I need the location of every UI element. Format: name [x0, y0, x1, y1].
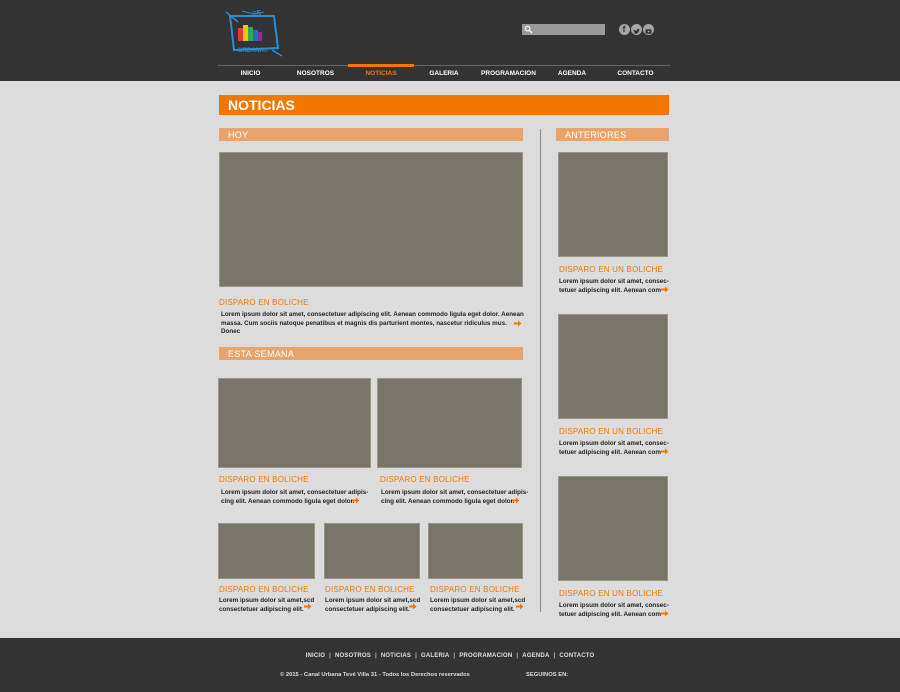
- main-nav: INICIO NOSOTROS NOTICIAS GALERIA PROGRAM…: [218, 64, 670, 81]
- semana-article-image[interactable]: [218, 378, 371, 468]
- read-more-arrow-icon[interactable]: [661, 448, 669, 455]
- footer-link-noticias[interactable]: NOTICIAS: [381, 653, 411, 659]
- youtube-icon[interactable]: [643, 24, 654, 35]
- footer-link-programacion[interactable]: PROGRAMACION: [459, 653, 512, 659]
- section-bar-anteriores: ANTERIORES: [556, 128, 669, 141]
- small-article-text: Lorem ipsum dolor sit amet,scd consectet…: [430, 597, 530, 614]
- follow-us-label: SEGUINOS EN:: [526, 672, 569, 678]
- search-box[interactable]: [522, 24, 605, 35]
- read-more-arrow-icon[interactable]: [304, 603, 312, 610]
- read-more-arrow-icon[interactable]: [661, 286, 669, 293]
- small-article-image[interactable]: [324, 523, 420, 579]
- footer-link-nosotros[interactable]: NOSOTROS: [335, 653, 371, 659]
- twitter-bird-glyph: [633, 28, 640, 34]
- section-title-esta-semana: ESTA SEMANA: [228, 349, 295, 359]
- facebook-icon[interactable]: f: [619, 24, 630, 35]
- nav-item-inicio[interactable]: INICIO: [218, 66, 283, 81]
- small-article-text-line2: consectetuer adipiscing elit.: [430, 605, 515, 613]
- section-title-hoy: HOY: [228, 130, 249, 140]
- anteriores-article-image[interactable]: [558, 476, 668, 581]
- section-title-anteriores: ANTERIORES: [565, 130, 627, 140]
- search-icon[interactable]: [524, 25, 533, 34]
- logo-sub: tv: [264, 48, 268, 54]
- play-glyph: [645, 29, 652, 34]
- site-header: =5 URBANA tv f INICIO NOSOTROS NOTICIAS …: [0, 0, 900, 81]
- footer-separator: |: [453, 653, 456, 659]
- small-article-image[interactable]: [428, 523, 523, 579]
- anteriores-article-image[interactable]: [558, 314, 668, 419]
- footer-link-galeria[interactable]: GALERIA: [421, 653, 449, 659]
- footer-separator: |: [374, 653, 377, 659]
- hoy-article-text: Lorem ipsum dolor sit amet, consectetuer…: [221, 311, 526, 337]
- logo-badge: =5: [252, 9, 262, 18]
- anteriores-article-text-line2: tetuer adipiscing elit. Aenean com-: [559, 448, 664, 456]
- nav-item-nosotros[interactable]: NOSOTROS: [283, 66, 348, 81]
- footer-separator: |: [553, 653, 556, 659]
- page-title-bar: NOTICIAS: [219, 95, 669, 115]
- anteriores-article-text-line1: Lorem ipsum dolor sit amet, consec-: [559, 602, 669, 609]
- semana-article-text: Lorem ipsum dolor sit amet, consectetuer…: [381, 489, 529, 506]
- anteriores-article-text-line2: tetuer adipiscing elit. Aenean com-: [559, 610, 664, 618]
- anteriores-article-text: Lorem ipsum dolor sit amet, consec- tetu…: [559, 602, 671, 619]
- semana-article-headline[interactable]: DISPARO EN BOLICHE: [380, 475, 470, 484]
- section-bar-hoy: HOY: [219, 128, 523, 141]
- nav-item-contacto[interactable]: CONTACTO: [601, 66, 670, 81]
- read-more-arrow-icon[interactable]: [661, 610, 669, 617]
- footer-nav: INICIO | NOSOTROS | NOTICIAS | GALERIA | PROGRAM…: [0, 653, 900, 659]
- read-more-arrow-icon[interactable]: [352, 497, 360, 504]
- anteriores-article-headline[interactable]: DISPARO EN UN BOLICHE: [559, 427, 663, 436]
- anteriores-article-text-line2: tetuer adipiscing elit. Aenean com-: [559, 286, 664, 294]
- site-logo[interactable]: =5 URBANA tv: [224, 8, 286, 60]
- page-title: NOTICIAS: [228, 97, 295, 113]
- nav-item-agenda[interactable]: AGENDA: [543, 66, 601, 81]
- footer-link-inicio[interactable]: INICIO: [306, 653, 326, 659]
- read-more-arrow-icon[interactable]: [409, 603, 417, 610]
- footer-separator: |: [329, 653, 332, 659]
- anteriores-article-text-line1: Lorem ipsum dolor sit amet, consec-: [559, 440, 669, 447]
- small-article-text-line1: Lorem ipsum dolor sit amet,scd: [430, 597, 526, 604]
- semana-article-image[interactable]: [377, 378, 522, 468]
- read-more-arrow-icon[interactable]: [514, 320, 522, 327]
- small-article-image[interactable]: [218, 523, 315, 579]
- column-divider: [540, 129, 541, 612]
- read-more-arrow-icon[interactable]: [516, 603, 524, 610]
- semana-article-text-line2: cing elit. Aenean commodo ligula eget do…: [381, 497, 515, 505]
- semana-article-headline[interactable]: DISPARO EN BOLICHE: [219, 475, 309, 484]
- anteriores-article-text-line1: Lorem ipsum dolor sit amet, consec-: [559, 278, 669, 285]
- semana-article-text-line1: Lorem ipsum dolor sit amet, consectetuer…: [381, 489, 529, 496]
- logo-text: URBANA: [238, 48, 264, 54]
- small-article-headline[interactable]: DISPARO EN BOLICHE: [325, 585, 415, 594]
- copyright-text: © 2015 - Canal Urbana Tevé Villa 31 - To…: [280, 672, 470, 678]
- small-article-headline[interactable]: DISPARO EN BOLICHE: [430, 585, 520, 594]
- footer-link-agenda[interactable]: AGENDA: [522, 653, 549, 659]
- anteriores-article-text: Lorem ipsum dolor sit amet, consec- tetu…: [559, 278, 671, 295]
- read-more-arrow-icon[interactable]: [512, 497, 520, 504]
- hoy-article-text-line2: massa. Cum sociis natoque penatibus et m…: [221, 319, 507, 336]
- site-footer: INICIO | NOSOTROS | NOTICIAS | GALERIA | PROGRAM…: [0, 638, 900, 692]
- footer-separator: |: [516, 653, 519, 659]
- nav-item-noticias[interactable]: NOTICIAS: [348, 64, 414, 81]
- anteriores-article-image[interactable]: [558, 152, 668, 257]
- hoy-article-headline[interactable]: DISPARO EN BOLICHE: [219, 298, 309, 307]
- nav-item-galeria[interactable]: GALERIA: [414, 66, 474, 81]
- anteriores-article-text: Lorem ipsum dolor sit amet, consec- tetu…: [559, 440, 671, 457]
- anteriores-article-headline[interactable]: DISPARO EN UN BOLICHE: [559, 589, 663, 598]
- section-bar-esta-semana: ESTA SEMANA: [219, 347, 523, 360]
- hoy-article-image[interactable]: [219, 152, 523, 287]
- small-article-headline[interactable]: DISPARO EN BOLICHE: [219, 585, 309, 594]
- twitter-icon[interactable]: [631, 24, 642, 35]
- anteriores-article-headline[interactable]: DISPARO EN UN BOLICHE: [559, 265, 663, 274]
- nav-item-programacion[interactable]: PROGRAMACION: [474, 66, 543, 81]
- footer-separator: |: [415, 653, 418, 659]
- search-input[interactable]: [534, 24, 603, 35]
- hoy-article-text-line1: Lorem ipsum dolor sit amet, consectetuer…: [221, 311, 524, 318]
- footer-link-contacto[interactable]: CONTACTO: [559, 653, 594, 659]
